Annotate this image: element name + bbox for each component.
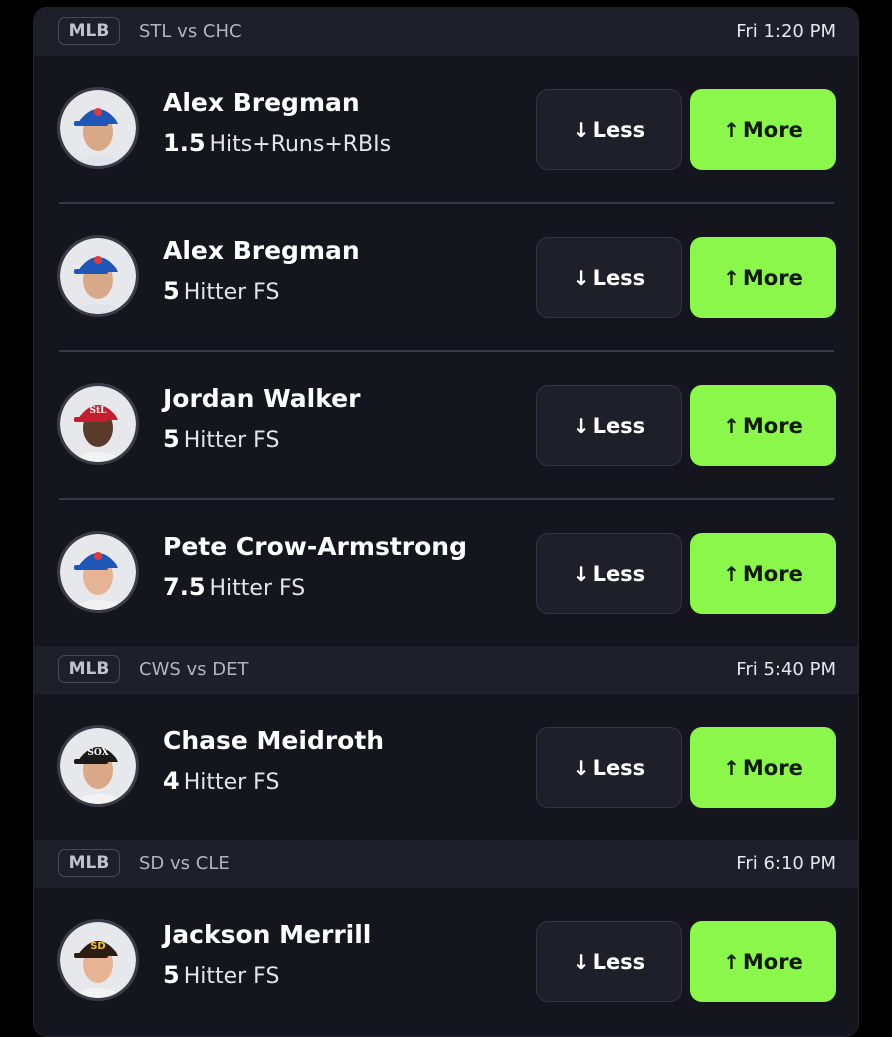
pick-row: SD Jackson Merrill 5 Hitter FS ↓ Less ↑ Mor…	[34, 888, 858, 1036]
player-name: Alex Bregman	[163, 88, 360, 117]
more-label: More	[742, 265, 803, 290]
league-badge: MLB	[58, 655, 120, 683]
less-label: Less	[592, 949, 646, 974]
matchup-label: SD vs CLE	[139, 853, 230, 874]
less-label: Less	[592, 755, 646, 780]
player-name: Alex Bregman	[163, 236, 360, 265]
matchup-label: STL vs CHC	[139, 21, 242, 42]
more-button[interactable]: ↑ More	[690, 237, 836, 318]
props-card: MLB STL vs CHC Fri 1:20 PM Alex Bregman …	[33, 7, 859, 1037]
prop-line: 4 Hitter FS	[163, 767, 279, 795]
more-label: More	[742, 117, 803, 142]
stat-type: Hitter FS	[183, 964, 280, 989]
more-label: More	[742, 755, 803, 780]
arrow-up-icon: ↑	[723, 949, 740, 974]
more-label: More	[742, 949, 803, 974]
more-label: More	[742, 561, 803, 586]
less-button[interactable]: ↓ Less	[536, 89, 682, 170]
prop-line: 5 Hitter FS	[163, 425, 279, 453]
more-label: More	[742, 413, 803, 438]
pick-row: Pete Crow-Armstrong 7.5 Hitter FS ↓ Less ↑…	[34, 500, 858, 648]
arrow-down-icon: ↓	[572, 949, 590, 974]
prop-line: 7.5 Hitter FS	[163, 573, 305, 601]
pick-row: Alex Bregman 1.5 Hits+Runs+RBIs ↓ Less ↑ Mo…	[34, 56, 858, 204]
pick-row: StL Jordan Walker 5 Hitter FS ↓ Less ↑ More	[34, 352, 858, 500]
less-button[interactable]: ↓ Less	[536, 533, 682, 614]
arrow-down-icon: ↓	[572, 265, 590, 290]
less-button[interactable]: ↓ Less	[536, 237, 682, 318]
more-button[interactable]: ↑ More	[690, 727, 836, 808]
line-value: 5	[163, 277, 180, 305]
less-button[interactable]: ↓ Less	[536, 727, 682, 808]
game-time: Fri 1:20 PM	[736, 21, 836, 42]
svg-text:SD: SD	[90, 941, 106, 952]
stat-type: Hitter FS	[183, 770, 280, 795]
line-value: 7.5	[163, 573, 206, 601]
stat-type: Hitter FS	[183, 280, 280, 305]
line-value: 5	[163, 961, 180, 989]
less-label: Less	[592, 561, 646, 586]
arrow-up-icon: ↑	[723, 265, 740, 290]
less-label: Less	[592, 413, 646, 438]
less-label: Less	[592, 117, 646, 142]
arrow-up-icon: ↑	[723, 117, 740, 142]
arrow-down-icon: ↓	[572, 755, 590, 780]
more-button[interactable]: ↑ More	[690, 89, 836, 170]
game-header: MLB STL vs CHC Fri 1:20 PM	[34, 8, 858, 56]
line-value: 1.5	[163, 129, 206, 157]
less-label: Less	[592, 265, 646, 290]
arrow-down-icon: ↓	[572, 117, 590, 142]
pick-row: SOX Chase Meidroth 4 Hitter FS ↓ Less ↑ Mor…	[34, 694, 858, 842]
player-avatar: StL	[57, 383, 139, 465]
player-avatar	[57, 87, 139, 169]
arrow-down-icon: ↓	[572, 561, 590, 586]
svg-text:SOX: SOX	[87, 748, 108, 758]
more-button[interactable]: ↑ More	[690, 533, 836, 614]
arrow-up-icon: ↑	[723, 413, 740, 438]
player-avatar: SD	[57, 919, 139, 1001]
game-header: MLB CWS vs DET Fri 5:40 PM	[34, 646, 858, 694]
player-avatar	[57, 235, 139, 317]
game-time: Fri 6:10 PM	[736, 853, 836, 874]
stat-type: Hitter FS	[183, 428, 280, 453]
arrow-down-icon: ↓	[572, 413, 590, 438]
more-button[interactable]: ↑ More	[690, 385, 836, 466]
game-time: Fri 5:40 PM	[736, 659, 836, 680]
prop-line: 5 Hitter FS	[163, 961, 279, 989]
player-name: Jackson Merrill	[163, 920, 372, 949]
line-value: 5	[163, 425, 180, 453]
game-header: MLB SD vs CLE Fri 6:10 PM	[34, 840, 858, 888]
prop-line: 1.5 Hits+Runs+RBIs	[163, 129, 391, 157]
less-button[interactable]: ↓ Less	[536, 921, 682, 1002]
stat-type: Hits+Runs+RBIs	[209, 132, 392, 157]
arrow-up-icon: ↑	[723, 755, 740, 780]
pick-row: Alex Bregman 5 Hitter FS ↓ Less ↑ More	[34, 204, 858, 352]
arrow-up-icon: ↑	[723, 561, 740, 586]
player-avatar: SOX	[57, 725, 139, 807]
player-name: Chase Meidroth	[163, 726, 385, 755]
league-badge: MLB	[58, 17, 120, 45]
svg-text:StL: StL	[90, 406, 108, 416]
player-name: Jordan Walker	[163, 384, 361, 413]
stat-type: Hitter FS	[209, 576, 306, 601]
less-button[interactable]: ↓ Less	[536, 385, 682, 466]
more-button[interactable]: ↑ More	[690, 921, 836, 1002]
league-badge: MLB	[58, 849, 120, 877]
player-name: Pete Crow-Armstrong	[163, 532, 467, 561]
player-avatar	[57, 531, 139, 613]
line-value: 4	[163, 767, 180, 795]
prop-line: 5 Hitter FS	[163, 277, 279, 305]
matchup-label: CWS vs DET	[139, 659, 249, 680]
